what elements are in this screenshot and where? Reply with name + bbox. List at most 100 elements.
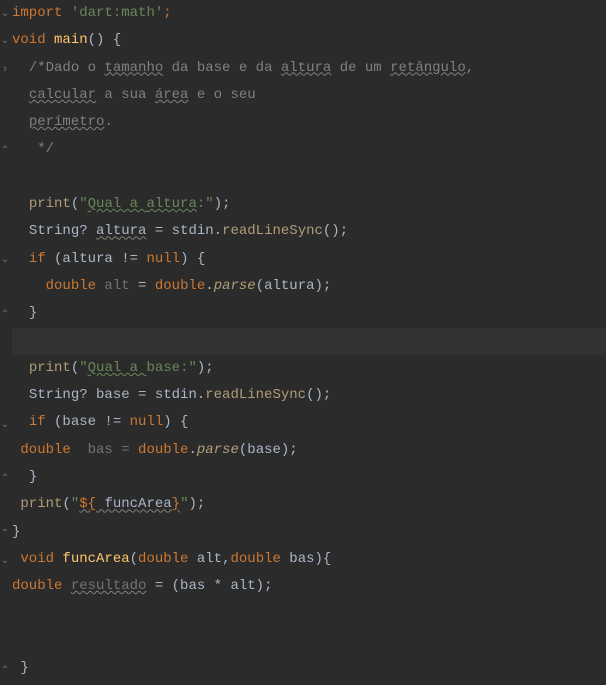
keyword-if: if	[29, 414, 46, 430]
code-text: ();	[323, 223, 348, 239]
code-line-current[interactable]	[12, 328, 606, 355]
code-line[interactable]	[12, 164, 606, 191]
fold-icon[interactable]: ⌄	[0, 28, 10, 55]
paren-open: (	[130, 551, 138, 567]
code-text: =	[130, 278, 155, 294]
args: (base);	[239, 442, 298, 458]
type-string: String?	[29, 387, 88, 403]
brace-close: }	[20, 660, 28, 676]
variable-resultado: resultado	[71, 578, 147, 594]
paren-close: );	[197, 360, 214, 376]
code-line[interactable]: double bas = double.parse(base);	[12, 437, 606, 464]
code-line[interactable]: print("Qual a altura:");	[12, 191, 606, 218]
semicolon: ;	[163, 5, 171, 21]
fold-icon[interactable]: ⌃	[0, 658, 10, 685]
code-line[interactable]: if (altura != null) {	[12, 246, 606, 273]
args: (altura);	[256, 278, 332, 294]
code-line[interactable]: String? base = stdin.readLineSync();	[12, 382, 606, 409]
dot: .	[205, 278, 213, 294]
brace-close: }	[12, 524, 20, 540]
function-call-print: print	[29, 360, 71, 376]
method-parse: parse	[214, 278, 256, 294]
paren-open: (	[62, 496, 70, 512]
parens: () {	[88, 32, 122, 48]
code-line[interactable]: void main() {	[12, 27, 606, 54]
expression: = (bas * alt);	[146, 578, 272, 594]
interp-open: ${	[79, 496, 96, 512]
fold-icon[interactable]: ⌄	[0, 247, 10, 274]
keyword-null: null	[130, 414, 164, 430]
code-line[interactable]: print("${ funcArea}");	[12, 491, 606, 518]
code-line[interactable]: }	[12, 300, 606, 327]
variable-altura: altura	[96, 223, 146, 239]
type-double: double	[138, 442, 188, 458]
fold-icon[interactable]: ⌄	[0, 412, 10, 439]
keyword-import: import	[12, 5, 62, 21]
code-area[interactable]: import 'dart:math'; void main() { /*Dado…	[0, 0, 606, 682]
code-line[interactable]: /*Dado o tamanho da base e da altura de …	[12, 55, 606, 82]
function-main: main	[54, 32, 88, 48]
condition-close: ) {	[180, 251, 205, 267]
brace-close: }	[29, 305, 37, 321]
paren-close: );	[214, 196, 231, 212]
code-line[interactable]	[12, 601, 606, 628]
type-double: double	[230, 551, 280, 567]
code-line[interactable]: void funcArea(double alt,double bas){	[12, 546, 606, 573]
paren-open: (	[71, 196, 79, 212]
param-bas: bas){	[281, 551, 331, 567]
code-line[interactable]: perímetro.	[12, 109, 606, 136]
fold-icon[interactable]: ›	[0, 56, 10, 83]
fold-icon[interactable]: ⌃	[0, 466, 10, 493]
comment: /*Dado o tamanho da base e da altura de …	[29, 60, 474, 76]
string-literal: "Qual a base:"	[79, 360, 197, 376]
fold-icon[interactable]: ⌃	[0, 138, 10, 165]
type-double: double	[138, 551, 188, 567]
code-line[interactable]: print("Qual a base:");	[12, 355, 606, 382]
type-double: double	[155, 278, 205, 294]
code-text: = stdin.	[146, 223, 222, 239]
code-line[interactable]: double resultado = (bas * alt);	[12, 573, 606, 600]
gutter: ⌄ ⌄ › ⌃ ⌄ ⌃ ⌄ ⌃ ⌃ ⌄ ⌃	[0, 0, 12, 682]
type-string: String?	[29, 223, 88, 239]
string-literal: 'dart:math'	[71, 5, 163, 21]
function-funcarea: funcArea	[62, 551, 129, 567]
code-line[interactable]	[12, 628, 606, 655]
code-line[interactable]: }	[12, 655, 606, 682]
code-line[interactable]: */	[12, 136, 606, 163]
fold-icon[interactable]: ⌃	[0, 521, 10, 548]
code-line[interactable]: if (base != null) {	[12, 409, 606, 436]
code-line[interactable]: calcular a sua área e o seu	[12, 82, 606, 109]
type-double: double	[12, 578, 62, 594]
variable-alt: alt	[96, 278, 130, 294]
fold-icon[interactable]: ⌃	[0, 302, 10, 329]
dot: .	[188, 442, 196, 458]
function-funcarea: funcArea	[96, 496, 172, 512]
code-text: base = stdin.	[88, 387, 206, 403]
keyword-void: void	[20, 551, 54, 567]
fold-icon[interactable]: ⌄	[0, 548, 10, 575]
function-call-print: print	[20, 496, 62, 512]
condition: (altura !=	[46, 251, 147, 267]
code-text: ();	[306, 387, 331, 403]
comment: calcular a sua área e o seu	[29, 87, 256, 103]
string-literal: "	[71, 496, 79, 512]
condition: (base !=	[46, 414, 130, 430]
code-line[interactable]: }	[12, 519, 606, 546]
fold-icon[interactable]: ⌄	[0, 1, 10, 28]
paren-close: );	[188, 496, 205, 512]
variable-bas: bas =	[71, 442, 138, 458]
keyword-null: null	[146, 251, 180, 267]
code-line[interactable]: import 'dart:math';	[12, 0, 606, 27]
brace-close: }	[29, 469, 37, 485]
comment-close: */	[37, 141, 54, 157]
string-literal: "Qual a altura:"	[79, 196, 213, 212]
code-line[interactable]: String? altura = stdin.readLineSync();	[12, 218, 606, 245]
paren-open: (	[71, 360, 79, 376]
method-readline: readLineSync	[205, 387, 306, 403]
code-line[interactable]: double alt = double.parse(altura);	[12, 273, 606, 300]
code-line[interactable]: }	[12, 464, 606, 491]
comment: perímetro.	[29, 114, 113, 130]
code-editor[interactable]: ⌄ ⌄ › ⌃ ⌄ ⌃ ⌄ ⌃ ⌃ ⌄ ⌃ import 'dart:math'…	[0, 0, 606, 682]
param-alt: alt,	[188, 551, 230, 567]
keyword-if: if	[29, 251, 46, 267]
